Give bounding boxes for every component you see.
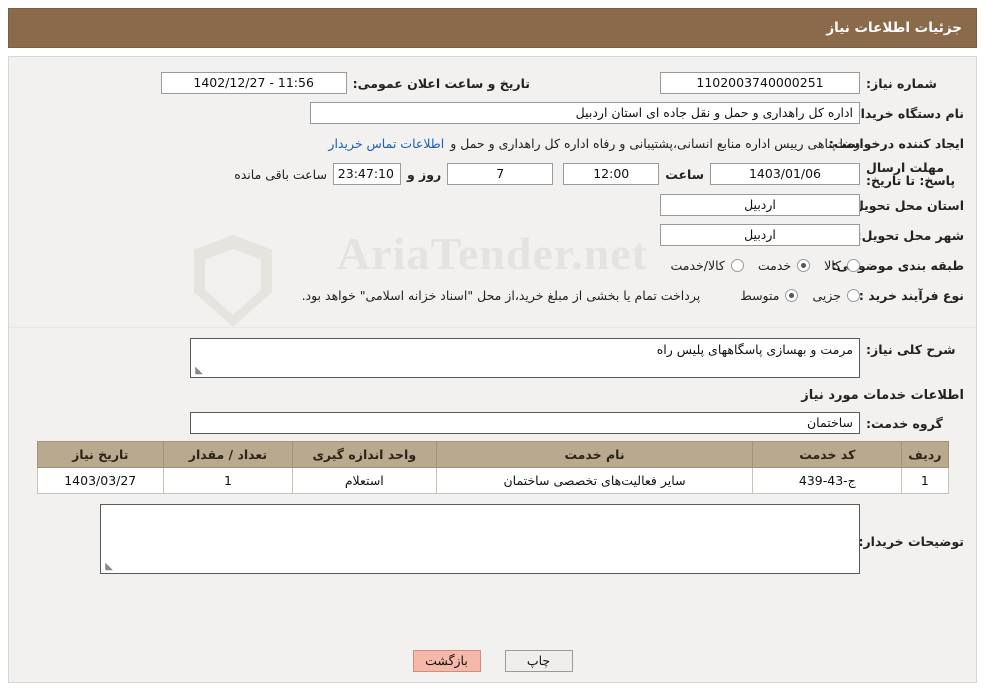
services-section-title: اطلاعات خدمات مورد نیاز	[801, 388, 964, 403]
buyer-org-label: نام دستگاه خریدار:	[848, 105, 964, 121]
row-buyer-notes: توضیحات خریدار: ◣	[21, 504, 964, 574]
deadline-date-value: 1403/01/06	[710, 163, 860, 185]
category-option-1-label: خدمت	[757, 257, 792, 273]
need-number-value: 1102003740000251	[660, 72, 860, 94]
requester-value: رضا پناهی رییس اداره منابع انسانی،پشتیبا…	[450, 135, 860, 151]
deadline-label: مهلت ارسال پاسخ: تا تاریخ:	[866, 160, 956, 188]
cell-need-date: 1403/03/27	[36, 467, 164, 494]
general-desc-textarea[interactable]: مرمت و بهسازی پاسگاههای پلیس راه ◣	[190, 338, 860, 378]
days-and-label: روز و	[406, 166, 442, 182]
category-radio-khedmat[interactable]	[797, 258, 811, 272]
row-requester: ایجاد کننده درخواست: رضا پناهی رییس ادار…	[21, 131, 964, 155]
announce-datetime-value: 11:56 - 1402/12/27	[160, 72, 347, 94]
service-group-label: گروه خدمت:	[866, 415, 943, 431]
need-number-label: شماره نیاز:	[866, 75, 937, 91]
row-category: طبقه بندی موضوعی: کالا خدمت کالا/خدمت	[21, 253, 964, 277]
delivery-city-value: اردبیل	[660, 224, 860, 246]
category-radio-kala-khedmat[interactable]	[730, 258, 744, 272]
page-header: جزئیات اطلاعات نیاز	[8, 8, 977, 48]
th-quantity: تعداد / مقدار	[162, 441, 293, 468]
requester-label: ایجاد کننده درخواست:	[828, 135, 964, 151]
details-panel: AriaTender.net شماره نیاز: 1102003740000…	[8, 56, 977, 683]
table-header-row: ردیف کد خدمت نام خدمت واحد اندازه گیری ت…	[36, 441, 949, 468]
cell-service-name: سایر فعالیت‌های تخصصی ساختمان	[435, 467, 754, 494]
row-delivery-city: شهر محل تحویل: اردبیل	[21, 223, 964, 247]
th-row-index: ردیف	[901, 441, 949, 468]
category-option-0-label: کالا	[824, 257, 841, 273]
th-service-code: کد خدمت	[752, 441, 903, 468]
delivery-province-label: استان محل تحویل:	[847, 197, 964, 213]
category-radio-kala[interactable]	[847, 258, 860, 272]
general-desc-label: شرح کلی نیاز:	[866, 342, 956, 357]
process-radio-motevasset[interactable]	[785, 288, 799, 302]
process-label: نوع فرآیند خرید :	[858, 287, 964, 303]
buyer-notes-label: توضیحات خریدار:	[858, 534, 964, 549]
table-row: 1 ج-43-439 سایر فعالیت‌های تخصصی ساختمان…	[36, 467, 949, 494]
row-need-number: شماره نیاز: 1102003740000251 تاریخ و ساع…	[21, 71, 964, 95]
cell-unit: استعلام	[291, 467, 437, 494]
th-need-date: تاریخ نیاز	[36, 441, 164, 468]
category-label: طبقه بندی موضوعی:	[831, 257, 964, 273]
top-form: شماره نیاز: 1102003740000251 تاریخ و ساع…	[9, 57, 976, 319]
remaining-days-value: 7	[447, 163, 554, 185]
delivery-city-label: شهر محل تحویل:	[856, 227, 964, 243]
process-radio-jozi[interactable]	[847, 288, 860, 302]
action-buttons: چاپ بازگشت	[9, 650, 976, 672]
resize-grip-icon-2[interactable]: ◣	[103, 562, 113, 572]
general-desc-value: مرمت و بهسازی پاسگاههای پلیس راه	[656, 342, 853, 357]
process-option-0-label: جزیی	[812, 287, 841, 303]
buyer-contact-link[interactable]: اطلاعات تماس خریدار	[328, 136, 444, 151]
row-delivery-province: استان محل تحویل: اردبیل	[21, 193, 964, 217]
service-group-value: ساختمان	[190, 412, 860, 434]
th-service-name: نام خدمت	[435, 441, 754, 468]
hour-label: ساعت	[665, 166, 704, 182]
row-general-desc: شرح کلی نیاز: مرمت و بهسازی پاسگاههای پل…	[21, 338, 964, 378]
process-note: پرداخت تمام یا بخشی از مبلغ خرید،از محل …	[301, 287, 701, 303]
cell-row-index: 1	[901, 467, 949, 494]
row-buyer-org: نام دستگاه خریدار: اداره کل راهداری و حم…	[21, 101, 964, 125]
th-unit: واحد اندازه گیری	[291, 441, 437, 468]
category-radio-group: کالا خدمت کالا/خدمت	[660, 258, 860, 273]
countdown-value: 23:47:10	[332, 163, 401, 185]
page-title: جزئیات اطلاعات نیاز	[826, 20, 962, 36]
back-button[interactable]: بازگشت	[412, 650, 481, 672]
announce-datetime-label: تاریخ و ساعت اعلان عمومی:	[352, 75, 530, 91]
cell-quantity: 1	[162, 467, 293, 494]
middle-section: شرح کلی نیاز: مرمت و بهسازی پاسگاههای پل…	[9, 328, 976, 574]
cell-service-code: ج-43-439	[752, 467, 903, 494]
resize-grip-icon[interactable]: ◣	[193, 366, 203, 376]
row-process: نوع فرآیند خرید : جزیی متوسط پرداخت تمام…	[21, 283, 964, 307]
row-service-group: گروه خدمت: ساختمان	[21, 411, 964, 435]
buyer-org-value: اداره کل راهداری و حمل و نقل جاده ای است…	[310, 102, 860, 124]
process-option-1-label: متوسط	[740, 287, 780, 303]
print-button[interactable]: چاپ	[504, 650, 573, 672]
buyer-notes-textarea[interactable]: ◣	[100, 504, 860, 574]
delivery-province-value: اردبیل	[660, 194, 860, 216]
services-table: ردیف کد خدمت نام خدمت واحد اندازه گیری ت…	[36, 441, 949, 494]
process-radio-group: جزیی متوسط	[730, 288, 860, 303]
category-option-2-label: کالا/خدمت	[670, 257, 725, 273]
row-deadline: مهلت ارسال پاسخ: تا تاریخ: 1403/01/06 سا…	[21, 161, 964, 187]
deadline-time-value: 12:00	[563, 163, 660, 185]
remaining-label: ساعت باقی مانده	[234, 166, 327, 182]
page-root: جزئیات اطلاعات نیاز AriaTender.net شماره…	[0, 0, 985, 691]
